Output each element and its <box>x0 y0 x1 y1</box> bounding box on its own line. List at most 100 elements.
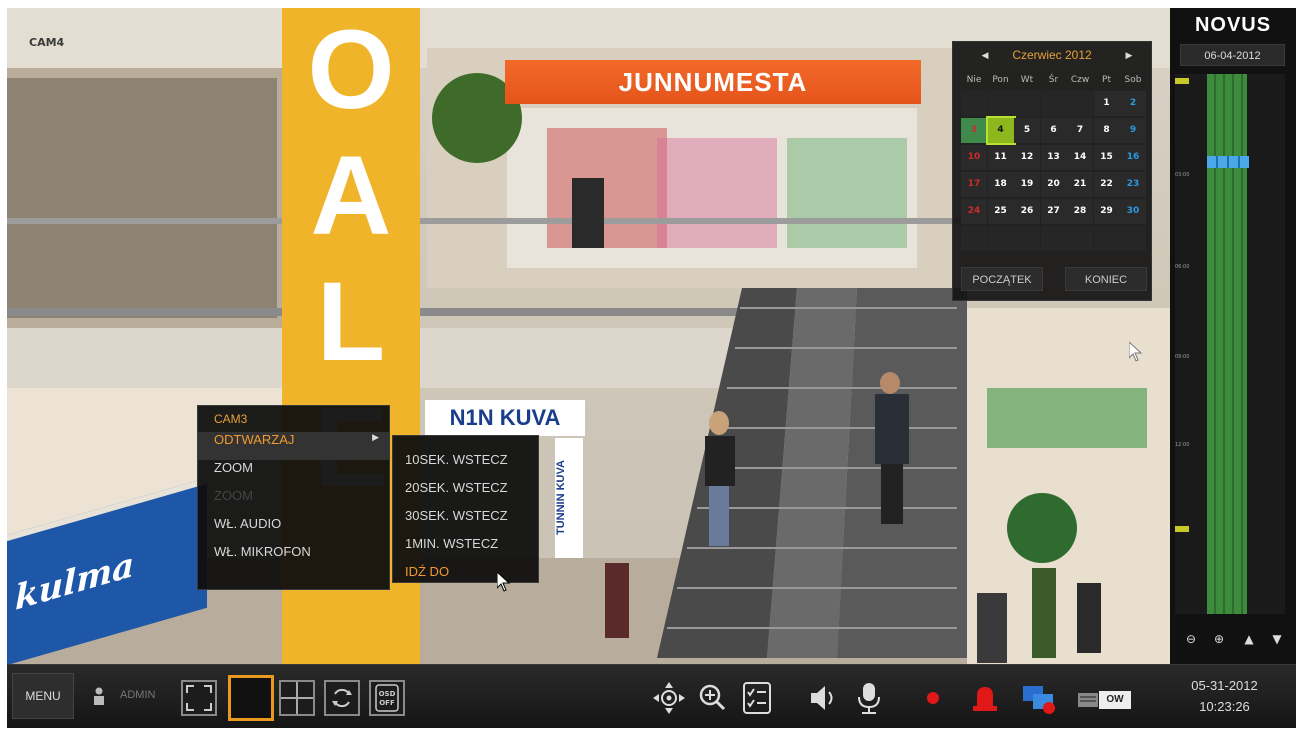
ow-label: OW <box>1099 691 1131 709</box>
arrow-down-icon[interactable]: ▼ <box>1266 628 1288 650</box>
timeline-label: 03:00 <box>1175 172 1190 178</box>
calendar-weekday: Śr <box>1048 75 1059 85</box>
chevron-right-icon[interactable]: ▶ <box>1119 42 1139 68</box>
fullscreen-layout-button[interactable] <box>181 680 217 716</box>
record-icon[interactable] <box>913 678 953 718</box>
calendar-day[interactable]: 22 <box>1093 172 1120 197</box>
camera-video-feed[interactable]: O A L E JUNNUMESTA N1N KUVA TUNNIN KUVA … <box>7 8 1170 664</box>
store-sign: JUNNUMESTA <box>505 60 921 104</box>
submenu-item-30s-back[interactable]: 30SEK. WSTECZ <box>393 502 538 530</box>
clock-date: 05-31-2012 <box>1191 678 1258 693</box>
playback-submenu: 10SEK. WSTECZ 20SEK. WSTECZ 30SEK. WSTEC… <box>392 435 539 583</box>
menu-item-microphone-on[interactable]: WŁ. MIKROFON <box>198 544 389 572</box>
calendar-day[interactable]: 5 <box>1014 118 1040 143</box>
menu-item-playback[interactable]: ODTWARZAJ ▶ <box>198 432 389 460</box>
calendar-day[interactable]: 29 <box>1093 199 1120 224</box>
calendar-weekday: Pon <box>992 75 1009 85</box>
calendar-weekday: Wt <box>1020 75 1034 85</box>
calendar-week-row: 24 25 26 27 28 29 30 <box>961 198 1147 225</box>
single-view-layout-button[interactable] <box>228 675 274 721</box>
calendar-day[interactable]: 4 <box>985 116 1016 145</box>
calendar-day[interactable]: 10 <box>961 145 987 170</box>
calendar-day[interactable]: 21 <box>1067 172 1093 197</box>
calendar-day[interactable]: 27 <box>1040 199 1067 224</box>
bottom-toolbar: MENU ADMIN OSD OFF OW 05-31-2012 10:23:2… <box>7 664 1296 728</box>
calendar-empty-cell <box>1014 91 1040 116</box>
calendar-day[interactable]: 6 <box>1040 118 1067 143</box>
sequence-button[interactable] <box>324 680 360 716</box>
hdd-icon <box>1078 693 1098 707</box>
zoom-out-icon[interactable]: ⊖ <box>1180 628 1202 650</box>
calendar-week-row: 17 18 19 20 21 22 23 <box>961 171 1147 198</box>
calendar-week-row <box>961 225 1147 252</box>
network-icon[interactable] <box>1019 678 1059 718</box>
calendar-day[interactable]: 24 <box>961 199 987 224</box>
calendar-day[interactable]: 17 <box>961 172 987 197</box>
calendar-day[interactable]: 25 <box>987 199 1014 224</box>
calendar-day[interactable]: 18 <box>987 172 1014 197</box>
timeline-date[interactable]: 06-04-2012 <box>1180 44 1285 66</box>
menu-button[interactable]: MENU <box>12 673 74 719</box>
menu-item-zoom-disabled: ZOOM <box>214 488 253 503</box>
menu-item-audio-on[interactable]: WŁ. AUDIO <box>198 516 389 544</box>
calendar-weekday: Czw <box>1070 75 1090 85</box>
calendar-empty-cell <box>1067 91 1093 116</box>
calendar-day[interactable]: 28 <box>1067 199 1093 224</box>
calendar-day[interactable]: 23 <box>1120 172 1146 197</box>
calendar-day[interactable]: 11 <box>987 145 1014 170</box>
osd-off-icon: OSD OFF <box>375 684 399 712</box>
calendar-buttons: POCZĄTEK KONIEC <box>961 267 1147 293</box>
banner-letter: O <box>307 8 395 132</box>
recording-track <box>1207 74 1247 614</box>
calendar-day[interactable]: 13 <box>1040 145 1067 170</box>
menu-item-zoom[interactable]: ZOOM <box>198 460 389 488</box>
checklist-icon[interactable] <box>737 678 777 718</box>
calendar-month-label: Czerwiec 2012 <box>1012 48 1092 62</box>
ptz-icon[interactable] <box>649 678 689 718</box>
submenu-item-1min-back[interactable]: 1MIN. WSTECZ <box>393 530 538 558</box>
calendar-day[interactable]: 14 <box>1067 145 1093 170</box>
speaker-icon[interactable] <box>803 678 843 718</box>
calendar-popup: ◀ Czerwiec 2012 ▶ Nie Pon Wt Śr Czw Pt Sob 1 2 3 4… <box>952 41 1152 301</box>
calendar-empty-cell <box>1040 226 1067 251</box>
calendar-empty-cell <box>961 91 987 116</box>
alarm-icon[interactable] <box>965 678 1005 718</box>
calendar-day[interactable]: 26 <box>1014 199 1040 224</box>
calendar-day[interactable]: 1 <box>1093 91 1120 116</box>
calendar-weekday: Pt <box>1102 75 1111 85</box>
zoom-in-icon[interactable] <box>693 678 733 718</box>
mouse-cursor-icon <box>497 572 511 592</box>
calendar-empty-cell <box>1040 91 1067 116</box>
context-menu-title: CAM3 <box>214 412 248 426</box>
timeline-controls: ⊖ ⊕ ▲ ▼ <box>1180 628 1290 652</box>
calendar-day[interactable]: 16 <box>1120 145 1146 170</box>
calendar-week-row: 12 <box>961 90 1147 117</box>
end-button[interactable]: KONIEC <box>1065 267 1147 291</box>
calendar-day[interactable]: 7 <box>1067 118 1093 143</box>
calendar-day[interactable]: 2 <box>1120 91 1146 116</box>
quad-view-layout-button[interactable] <box>279 680 315 716</box>
shop-sign-vertical: TUNNIN KUVA <box>555 438 583 558</box>
zoom-in-icon[interactable]: ⊕ <box>1208 628 1230 650</box>
chevron-left-icon[interactable]: ◀ <box>975 42 995 68</box>
calendar-day[interactable]: 19 <box>1014 172 1040 197</box>
calendar-day[interactable]: 9 <box>1120 118 1146 143</box>
calendar-day[interactable]: 20 <box>1040 172 1067 197</box>
timeline-label: 12:00 <box>1175 442 1190 448</box>
submenu-item-20s-back[interactable]: 20SEK. WSTECZ <box>393 474 538 502</box>
submenu-item-10s-back[interactable]: 10SEK. WSTECZ <box>393 446 538 474</box>
calendar-day[interactable]: 12 <box>1014 145 1040 170</box>
timeline-bar[interactable]: 03:00 06:00 09:00 12:00 <box>1175 74 1285 614</box>
start-button[interactable]: POCZĄTEK <box>961 267 1043 291</box>
calendar-day[interactable]: 8 <box>1093 118 1120 143</box>
calendar-day[interactable]: 30 <box>1120 199 1146 224</box>
osd-toggle-button[interactable]: OSD OFF <box>369 680 405 716</box>
microphone-icon[interactable] <box>849 678 889 718</box>
shop-sign: N1N KUVA <box>425 400 585 436</box>
menu-item-label: ODTWARZAJ <box>214 432 295 447</box>
arrow-up-icon[interactable]: ▲ <box>1238 628 1260 650</box>
submenu-item-go-to[interactable]: IDŹ DO <box>393 558 538 586</box>
camera-context-menu: CAM3 ODTWARZAJ ▶ ZOOM ZOOM WŁ. AUDIO WŁ.… <box>197 405 390 590</box>
calendar-day[interactable]: 15 <box>1093 145 1120 170</box>
calendar-day[interactable]: 3 <box>961 118 987 143</box>
